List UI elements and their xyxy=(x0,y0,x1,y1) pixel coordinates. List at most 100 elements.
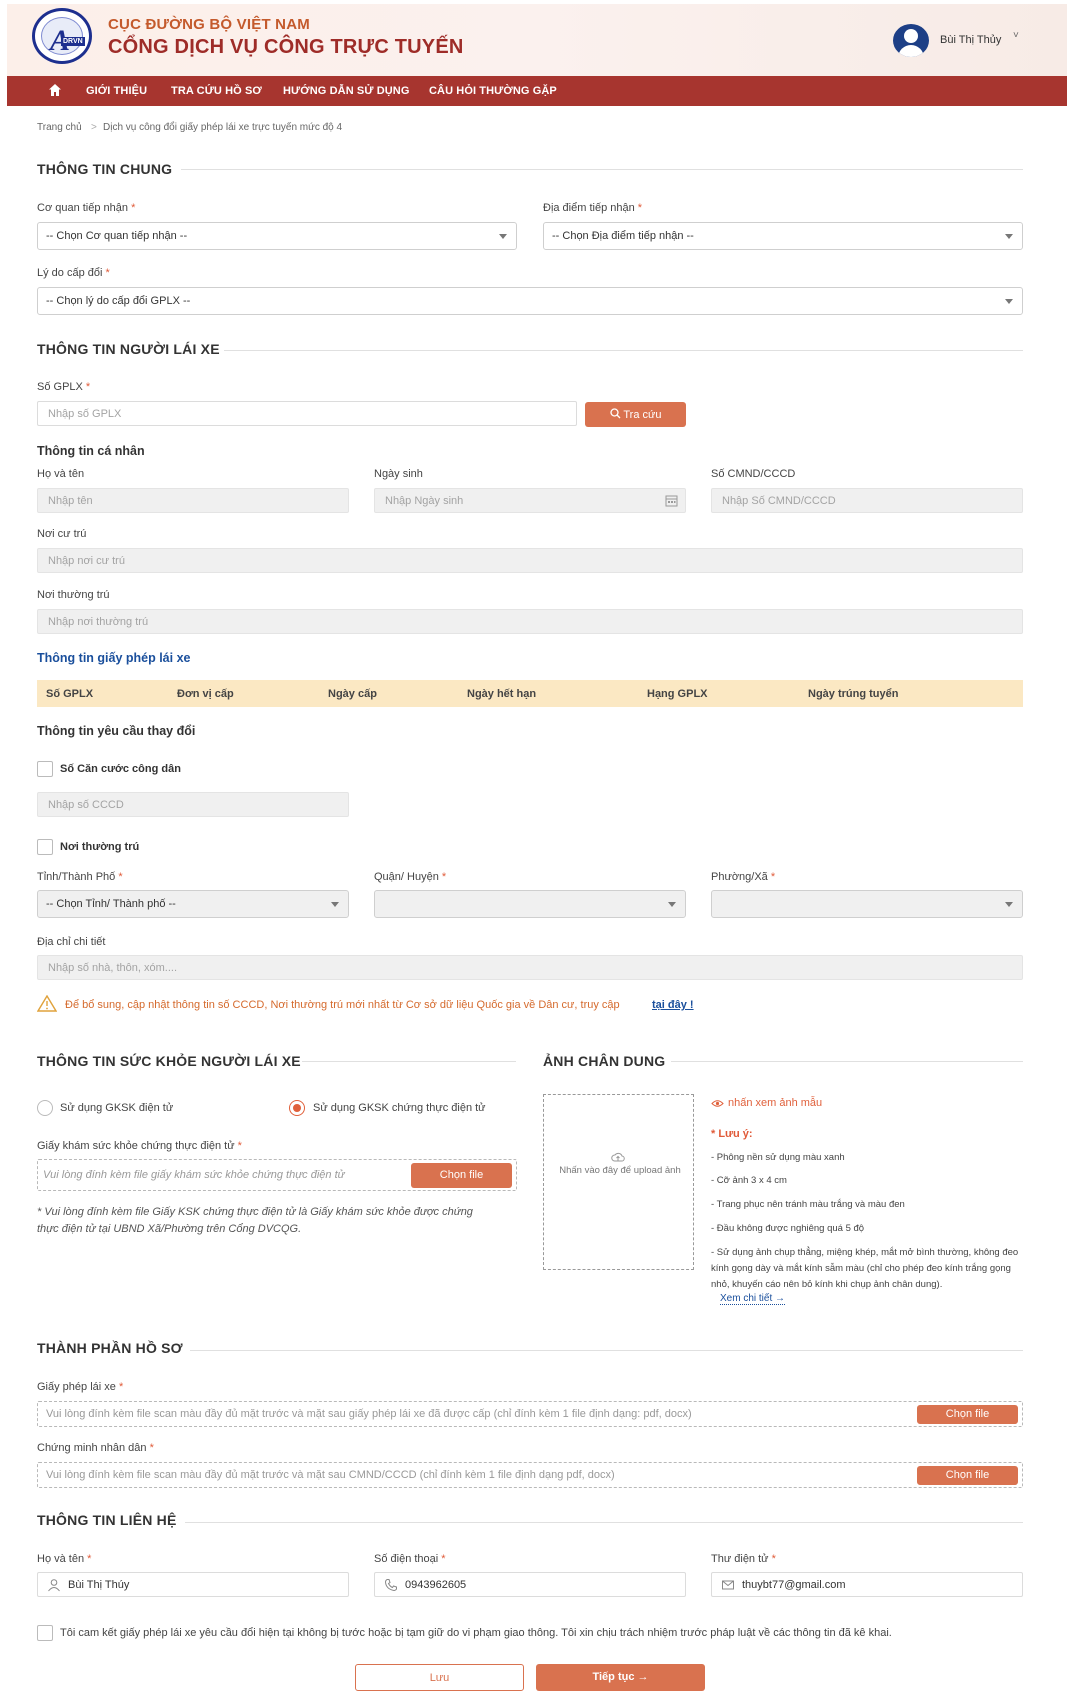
portrait-note-item: - Trang phục nên tránh màu trắng và màu … xyxy=(711,1199,905,1210)
permanent-residence-input[interactable]: Nhập nơi thường trú xyxy=(37,609,1023,634)
id-number-input[interactable]: Nhập Số CMND/CCCD xyxy=(711,488,1023,513)
commitment-text[interactable]: Tôi cam kết giấy phép lái xe yêu cầu đổi… xyxy=(60,1627,892,1639)
permanent-residence-checkbox[interactable] xyxy=(37,839,53,855)
caret-down-icon xyxy=(1005,234,1013,239)
id-label: Số CMND/CCCD xyxy=(711,468,796,480)
address-input[interactable]: Nhập số nhà, thôn, xóm.... xyxy=(37,955,1023,980)
province-select[interactable]: -- Chọn Tỉnh/ Thành phố -- xyxy=(37,890,349,918)
health-cert-placeholder: Vui lòng đính kèm file giấy khám sức khỏ… xyxy=(43,1169,345,1181)
breadcrumb-current: Dịch vụ công đổi giấy phép lái xe trực t… xyxy=(103,122,343,133)
user-name[interactable]: Bùi Thị Thủy xyxy=(940,34,1001,46)
section-title-documents: THÀNH PHẦN HỒ SƠ xyxy=(37,1340,183,1356)
eye-icon xyxy=(711,1100,724,1107)
caret-down-icon xyxy=(668,902,676,907)
breadcrumb-separator: > xyxy=(91,122,97,133)
drvn-logo[interactable]: A DRVN xyxy=(32,8,92,64)
section-title-contact: THÔNG TIN LIÊN HỆ xyxy=(37,1512,177,1528)
nav-item-intro[interactable]: GIỚI THIỆU xyxy=(86,85,147,97)
portrait-note-item: - Sử dụng ảnh chụp thẳng, miệng khép, mắ… xyxy=(711,1247,1019,1290)
change-request-title: Thông tin yêu cầu thay đổi xyxy=(37,724,196,738)
section-title-health: THÔNG TIN SỨC KHỎE NGƯỜI LÁI XE xyxy=(37,1053,301,1069)
contact-email-label: Thư điện tử * xyxy=(711,1553,776,1565)
portrait-note-item: - Cỡ ảnh 3 x 4 cm xyxy=(711,1175,787,1186)
id-doc-label: Chứng minh nhân dân * xyxy=(37,1442,154,1454)
health-option-certified-label[interactable]: Sử dụng GKSK chứng thực điện tử xyxy=(313,1102,486,1114)
warning-icon xyxy=(37,995,57,1012)
contact-phone-input[interactable]: 0943962605 xyxy=(374,1572,686,1597)
table-header-cell: Ngày trúng tuyển xyxy=(808,688,899,700)
commitment-checkbox[interactable] xyxy=(37,1625,53,1641)
save-button[interactable]: Lưu xyxy=(355,1664,524,1691)
ward-label: Phường/Xã * xyxy=(711,871,776,883)
permanent-residence-label: Nơi thường trú xyxy=(37,589,110,601)
permanent-residence-checkbox-label[interactable]: Nơi thường trú xyxy=(60,841,139,853)
cccd-input[interactable]: Nhập số CCCD xyxy=(37,792,349,817)
contact-name-input[interactable]: Bùi Thị Thúy xyxy=(37,1572,349,1597)
personal-info-title: Thông tin cá nhân xyxy=(37,444,145,458)
id-doc-choose-file-button[interactable]: Chọn file xyxy=(917,1466,1018,1485)
health-cert-label: Giấy khám sức khỏe chứng thực điện tử * xyxy=(37,1140,242,1152)
cccd-checkbox[interactable] xyxy=(37,761,53,777)
ward-select[interactable] xyxy=(711,890,1023,918)
residence-input[interactable]: Nhập nơi cư trú xyxy=(37,548,1023,573)
license-label: Số GPLX * xyxy=(37,381,91,393)
table-header-cell: Đơn vị cấp xyxy=(177,688,234,700)
home-icon[interactable] xyxy=(48,83,62,97)
portrait-note-item: - Đầu không được nghiêng quá 5 độ xyxy=(711,1223,865,1234)
sample-photo-link[interactable]: nhấn xem ảnh mẫu xyxy=(728,1097,822,1109)
logo-text: DRVN xyxy=(61,37,85,46)
nav-item-lookup[interactable]: TRA CỨU HỒ SƠ xyxy=(171,85,262,97)
address-label: Địa chỉ chi tiết xyxy=(37,936,106,948)
portrait-upload-box[interactable] xyxy=(543,1094,694,1270)
contact-name-label: Họ và tên * xyxy=(37,1553,92,1565)
table-header-cell: Ngày hết hạn xyxy=(467,688,537,700)
calendar-icon[interactable] xyxy=(665,494,678,507)
reason-select[interactable]: -- Chọn lý do cấp đổi GPLX -- xyxy=(37,287,1023,315)
cccd-checkbox-label[interactable]: Số Căn cước công dân xyxy=(60,763,181,775)
health-note-line2: thực điện tử tại UBND Xã/Phường trên Cổn… xyxy=(37,1223,302,1235)
health-option-certified-radio[interactable] xyxy=(289,1100,305,1116)
continue-button[interactable]: Tiếp tục → xyxy=(536,1664,705,1691)
residence-label: Nơi cư trú xyxy=(37,528,87,540)
section-title-driver: THÔNG TIN NGƯỜI LÁI XE xyxy=(37,341,220,357)
id-doc-placeholder: Vui lòng đính kèm file scan màu đầy đủ m… xyxy=(46,1469,615,1481)
location-select[interactable]: -- Chọn Địa điểm tiếp nhận -- xyxy=(543,222,1023,250)
breadcrumb-home[interactable]: Trang chủ xyxy=(37,122,82,133)
section-title-general: THÔNG TIN CHUNG xyxy=(37,161,173,177)
agency-label: Cơ quan tiếp nhận * xyxy=(37,202,136,214)
section-title-portrait: ẢNH CHÂN DUNG xyxy=(543,1053,666,1069)
lookup-button[interactable]: Tra cứu xyxy=(585,402,686,427)
portrait-upload-hint: Nhấn vào đây để upload ảnh xyxy=(559,1165,681,1176)
user-icon xyxy=(48,1579,60,1592)
name-label: Họ và tên xyxy=(37,468,85,480)
portrait-detail-link[interactable]: Xem chi tiết → xyxy=(720,1293,786,1305)
reason-label: Lý do cấp đổi * xyxy=(37,267,110,279)
brand-portal-name[interactable]: CỔNG DỊCH VỤ CÔNG TRỰC TUYẾN xyxy=(108,36,464,59)
cloud-upload-icon xyxy=(611,1152,625,1162)
health-option-electronic-label[interactable]: Sử dụng GKSK điện tử xyxy=(60,1102,173,1114)
user-avatar-icon[interactable] xyxy=(893,24,929,57)
table-header-cell: Hạng GPLX xyxy=(647,688,708,700)
district-label: Quận/ Huyện * xyxy=(374,871,447,883)
dob-input[interactable]: Nhập Ngày sinh xyxy=(374,488,686,513)
caret-down-icon xyxy=(1005,902,1013,907)
name-input[interactable]: Nhập tên xyxy=(37,488,349,513)
location-label: Địa điểm tiếp nhận * xyxy=(543,202,643,214)
chevron-down-icon[interactable]: ˅ xyxy=(1013,30,1019,41)
contact-email-input[interactable]: thuybt77@gmail.com xyxy=(711,1572,1023,1597)
caret-down-icon xyxy=(499,234,507,239)
health-note-line1: * Vui lòng đính kèm file Giấy KSK chứng … xyxy=(37,1206,473,1218)
nav-item-guide[interactable]: HƯỚNG DẪN SỬ DỤNG xyxy=(283,85,410,97)
national-database-link[interactable]: tại đây ! xyxy=(652,999,694,1011)
health-choose-file-button[interactable]: Chọn file xyxy=(411,1163,512,1188)
license-number-input[interactable]: Nhập số GPLX xyxy=(37,401,577,426)
phone-icon xyxy=(384,1579,397,1592)
health-option-electronic-radio[interactable] xyxy=(37,1100,53,1116)
search-icon xyxy=(609,408,620,419)
nav-item-faq[interactable]: CÂU HỎI THƯỜNG GẶP xyxy=(429,85,557,97)
agency-select[interactable]: -- Chọn Cơ quan tiếp nhận -- xyxy=(37,222,517,250)
license-doc-choose-file-button[interactable]: Chọn file xyxy=(917,1405,1018,1424)
license-doc-placeholder: Vui lòng đính kèm file scan màu đầy đủ m… xyxy=(46,1408,692,1420)
table-header-cell: Ngày cấp xyxy=(328,688,377,700)
district-select[interactable] xyxy=(374,890,686,918)
